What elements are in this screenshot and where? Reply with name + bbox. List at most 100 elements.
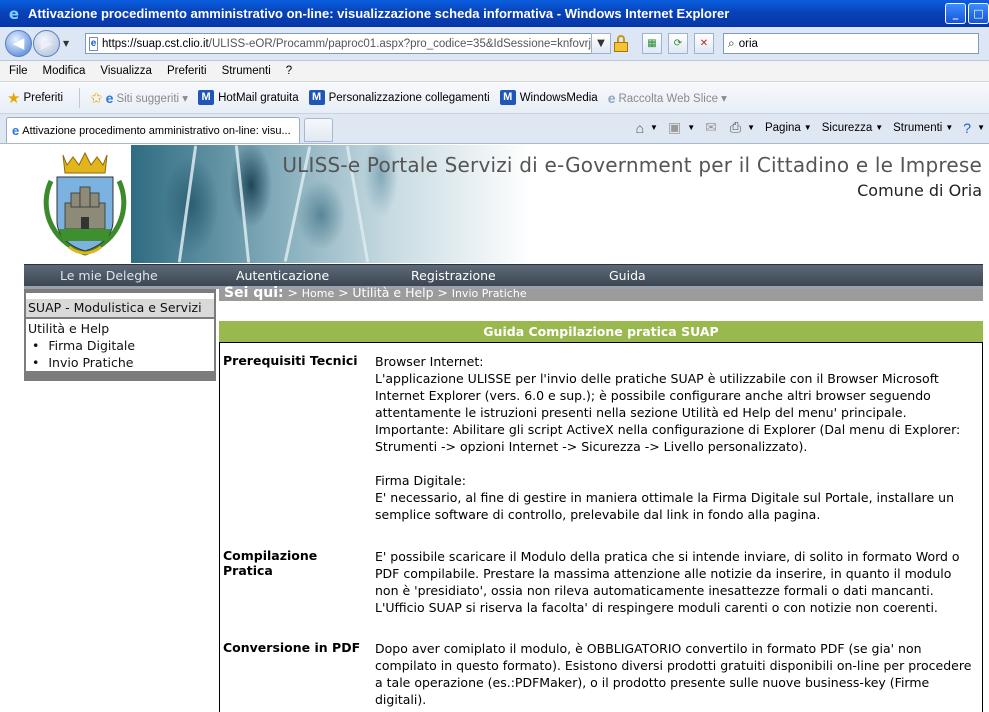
ie-icon: e: [12, 123, 20, 138]
site-subtitle: Comune di Oria: [857, 181, 982, 200]
nav-le-mie-deleghe[interactable]: Le mie Deleghe: [60, 268, 158, 283]
security-menu-label: Sicurezza: [821, 121, 873, 134]
fav-label: HotMail gratuita: [218, 91, 299, 104]
stop-button[interactable]: ✕: [694, 33, 714, 54]
menu-file[interactable]: File: [9, 65, 28, 77]
address-toolbar: ◀ ▶ ▼ e https://suap.cst.clio.it/ULISS-e…: [0, 27, 989, 61]
paragraph: Dopo aver comiplato il modulo, è OBBLIGA…: [375, 641, 972, 707]
site-nav: Le mie Deleghe Autenticazione Registrazi…: [24, 264, 983, 286]
breadcrumb: Sei qui: > Home > Utilità e Help > Invio…: [224, 285, 527, 301]
tab-label: Attivazione procedimento amministrativo …: [22, 124, 291, 137]
fav-suggested-sites[interactable]: e Siti suggeriti ▾: [106, 90, 188, 106]
sidebar-menu: SUAP - Modulistica e Servizi Utilità e H…: [26, 293, 214, 371]
fav-webslice-gallery[interactable]: e Raccolta Web Slice ▾: [608, 90, 727, 106]
sidebar-section-label[interactable]: Utilità e Help: [28, 321, 109, 336]
site-title: ULISS-e Portale Servizi di e-Government …: [282, 153, 982, 177]
help-icon: ?: [963, 119, 972, 136]
back-arrow-icon: ◀: [12, 34, 25, 52]
security-menu[interactable]: Sicurezza ▼: [822, 122, 883, 134]
rss-icon: ▣: [667, 119, 682, 135]
tab-active[interactable]: e Attivazione procedimento amministrativ…: [6, 117, 300, 143]
menu-visualizza[interactable]: Visualizza: [100, 65, 152, 77]
favorites-separator: [79, 87, 81, 108]
printer-icon: ⎙: [729, 119, 742, 135]
fav-windowsmedia[interactable]: M WindowsMedia: [499, 90, 598, 105]
nav-autenticazione[interactable]: Autenticazione: [236, 268, 329, 283]
command-bar: ⌂ ▼ ▣ ▼ ✉ ⎙ ▼ Pagina ▼ Sicurezza ▼ Strumenti ▼…: [626, 119, 985, 136]
breadcrumb-sep: >: [287, 285, 298, 300]
page-menu-label: Pagina: [764, 121, 801, 134]
home-button[interactable]: ⌂ ▼: [636, 120, 658, 136]
guide-title: Guida Compilazione pratica SUAP: [219, 321, 983, 342]
minimize-button[interactable]: _: [945, 3, 966, 24]
favorites-button[interactable]: ★ Preferiti: [7, 89, 63, 107]
fav-label: Raccolta Web Slice ▾: [618, 92, 727, 105]
forward-button[interactable]: ▶: [33, 30, 60, 57]
title-bar: e Attivazione procedimento amministrativ…: [0, 0, 989, 27]
menu-help[interactable]: ?: [286, 65, 292, 77]
address-input[interactable]: e https://suap.cst.clio.it/ULISS-eOR/Pro…: [85, 33, 608, 54]
page-menu[interactable]: Pagina ▼: [765, 122, 812, 134]
print-button[interactable]: ⎙ ▼: [730, 119, 755, 136]
nav-registrazione[interactable]: Registrazione: [411, 268, 496, 283]
maximize-button[interactable]: □: [968, 3, 989, 24]
menu-modifica[interactable]: Modifica: [43, 65, 86, 77]
sidebar-header[interactable]: SUAP - Modulistica e Servizi: [26, 299, 214, 317]
msn-icon: M: [198, 90, 215, 105]
search-input[interactable]: ⌕ oria: [723, 33, 979, 54]
sidebar-footer: [24, 371, 216, 381]
forward-arrow-icon: ▶: [40, 34, 53, 52]
fav-label: Siti suggeriti ▾: [116, 92, 189, 105]
breadcrumb-current: Invio Pratiche: [451, 287, 527, 300]
webslice-icon: e: [607, 89, 616, 106]
menu-bar: File Modifica Visualizza Preferiti Strum…: [0, 61, 989, 82]
paragraph: Browser Internet:: [375, 354, 484, 369]
paragraph: E' possibile scaricare il Modulo della p…: [375, 549, 960, 615]
paragraph: Firma Digitale:: [375, 473, 466, 488]
breadcrumb-sep: >: [437, 285, 448, 300]
breadcrumb-section[interactable]: Utilità e Help: [352, 285, 433, 300]
add-favorite-icon[interactable]: ✩: [90, 89, 103, 107]
site-banner: ULISS-e Portale Servizi di e-Government …: [0, 145, 989, 263]
lock-icon[interactable]: [614, 35, 628, 52]
breadcrumb-home[interactable]: Home: [302, 287, 334, 300]
new-tab-button[interactable]: [304, 118, 333, 142]
star-icon: ★: [7, 89, 21, 107]
back-button[interactable]: ◀: [5, 30, 32, 57]
fav-personalizzazione[interactable]: M Personalizzazione collegamenti: [308, 90, 490, 105]
breadcrumb-label: Sei qui:: [224, 285, 284, 301]
address-dropdown-button[interactable]: ▼: [591, 33, 611, 54]
sidebar: SUAP - Modulistica e Servizi Utilità e H…: [24, 289, 216, 381]
web-page: ULISS-e Portale Servizi di e-Government …: [0, 145, 989, 712]
feeds-button[interactable]: ▣ ▼: [668, 119, 695, 136]
ie-icon: e: [105, 89, 114, 106]
window-controls: _ □: [945, 3, 989, 24]
mail-button[interactable]: ✉: [705, 119, 720, 136]
tools-menu[interactable]: Strumenti ▼: [893, 122, 953, 134]
favorites-bar: ★ Preferiti ✩ e Siti suggeriti ▾ M HotMa…: [0, 82, 989, 114]
menu-preferiti[interactable]: Preferiti: [167, 65, 207, 77]
paragraph: Importante: Abilitare gli script ActiveX…: [375, 422, 961, 454]
sidebar-item-firma-digitale[interactable]: Firma Digitale: [32, 338, 135, 353]
guide-row-label: Conversione in PDF: [223, 640, 361, 655]
page-icon: e: [89, 36, 98, 51]
paragraph: E' necessario, al fine di gestire in man…: [375, 490, 954, 522]
fav-label: Personalizzazione collegamenti: [328, 91, 490, 104]
refresh-button[interactable]: ⟳: [668, 33, 688, 54]
breadcrumb-sep: >: [338, 285, 349, 300]
comune-crest-logo: [43, 151, 127, 256]
fav-hotmail[interactable]: M HotMail gratuita: [198, 90, 299, 105]
msn-icon: M: [308, 90, 325, 105]
help-button[interactable]: ? ▼: [963, 120, 985, 136]
favorites-label: Preferiti: [23, 91, 64, 104]
sidebar-item-invio-pratiche[interactable]: Invio Pratiche: [32, 355, 133, 370]
tab-row: e Attivazione procedimento amministrativ…: [0, 114, 989, 144]
search-icon: ⌕: [728, 36, 735, 50]
nav-guida[interactable]: Guida: [609, 268, 646, 283]
menu-strumenti[interactable]: Strumenti: [222, 65, 271, 77]
msn-icon: M: [499, 90, 516, 105]
history-dropdown-icon[interactable]: ▼: [63, 39, 69, 48]
window-title: Attivazione procedimento amministrativo …: [28, 6, 730, 21]
compatibility-view-button[interactable]: ▦: [642, 33, 662, 54]
ie-logo-icon: e: [8, 4, 20, 23]
